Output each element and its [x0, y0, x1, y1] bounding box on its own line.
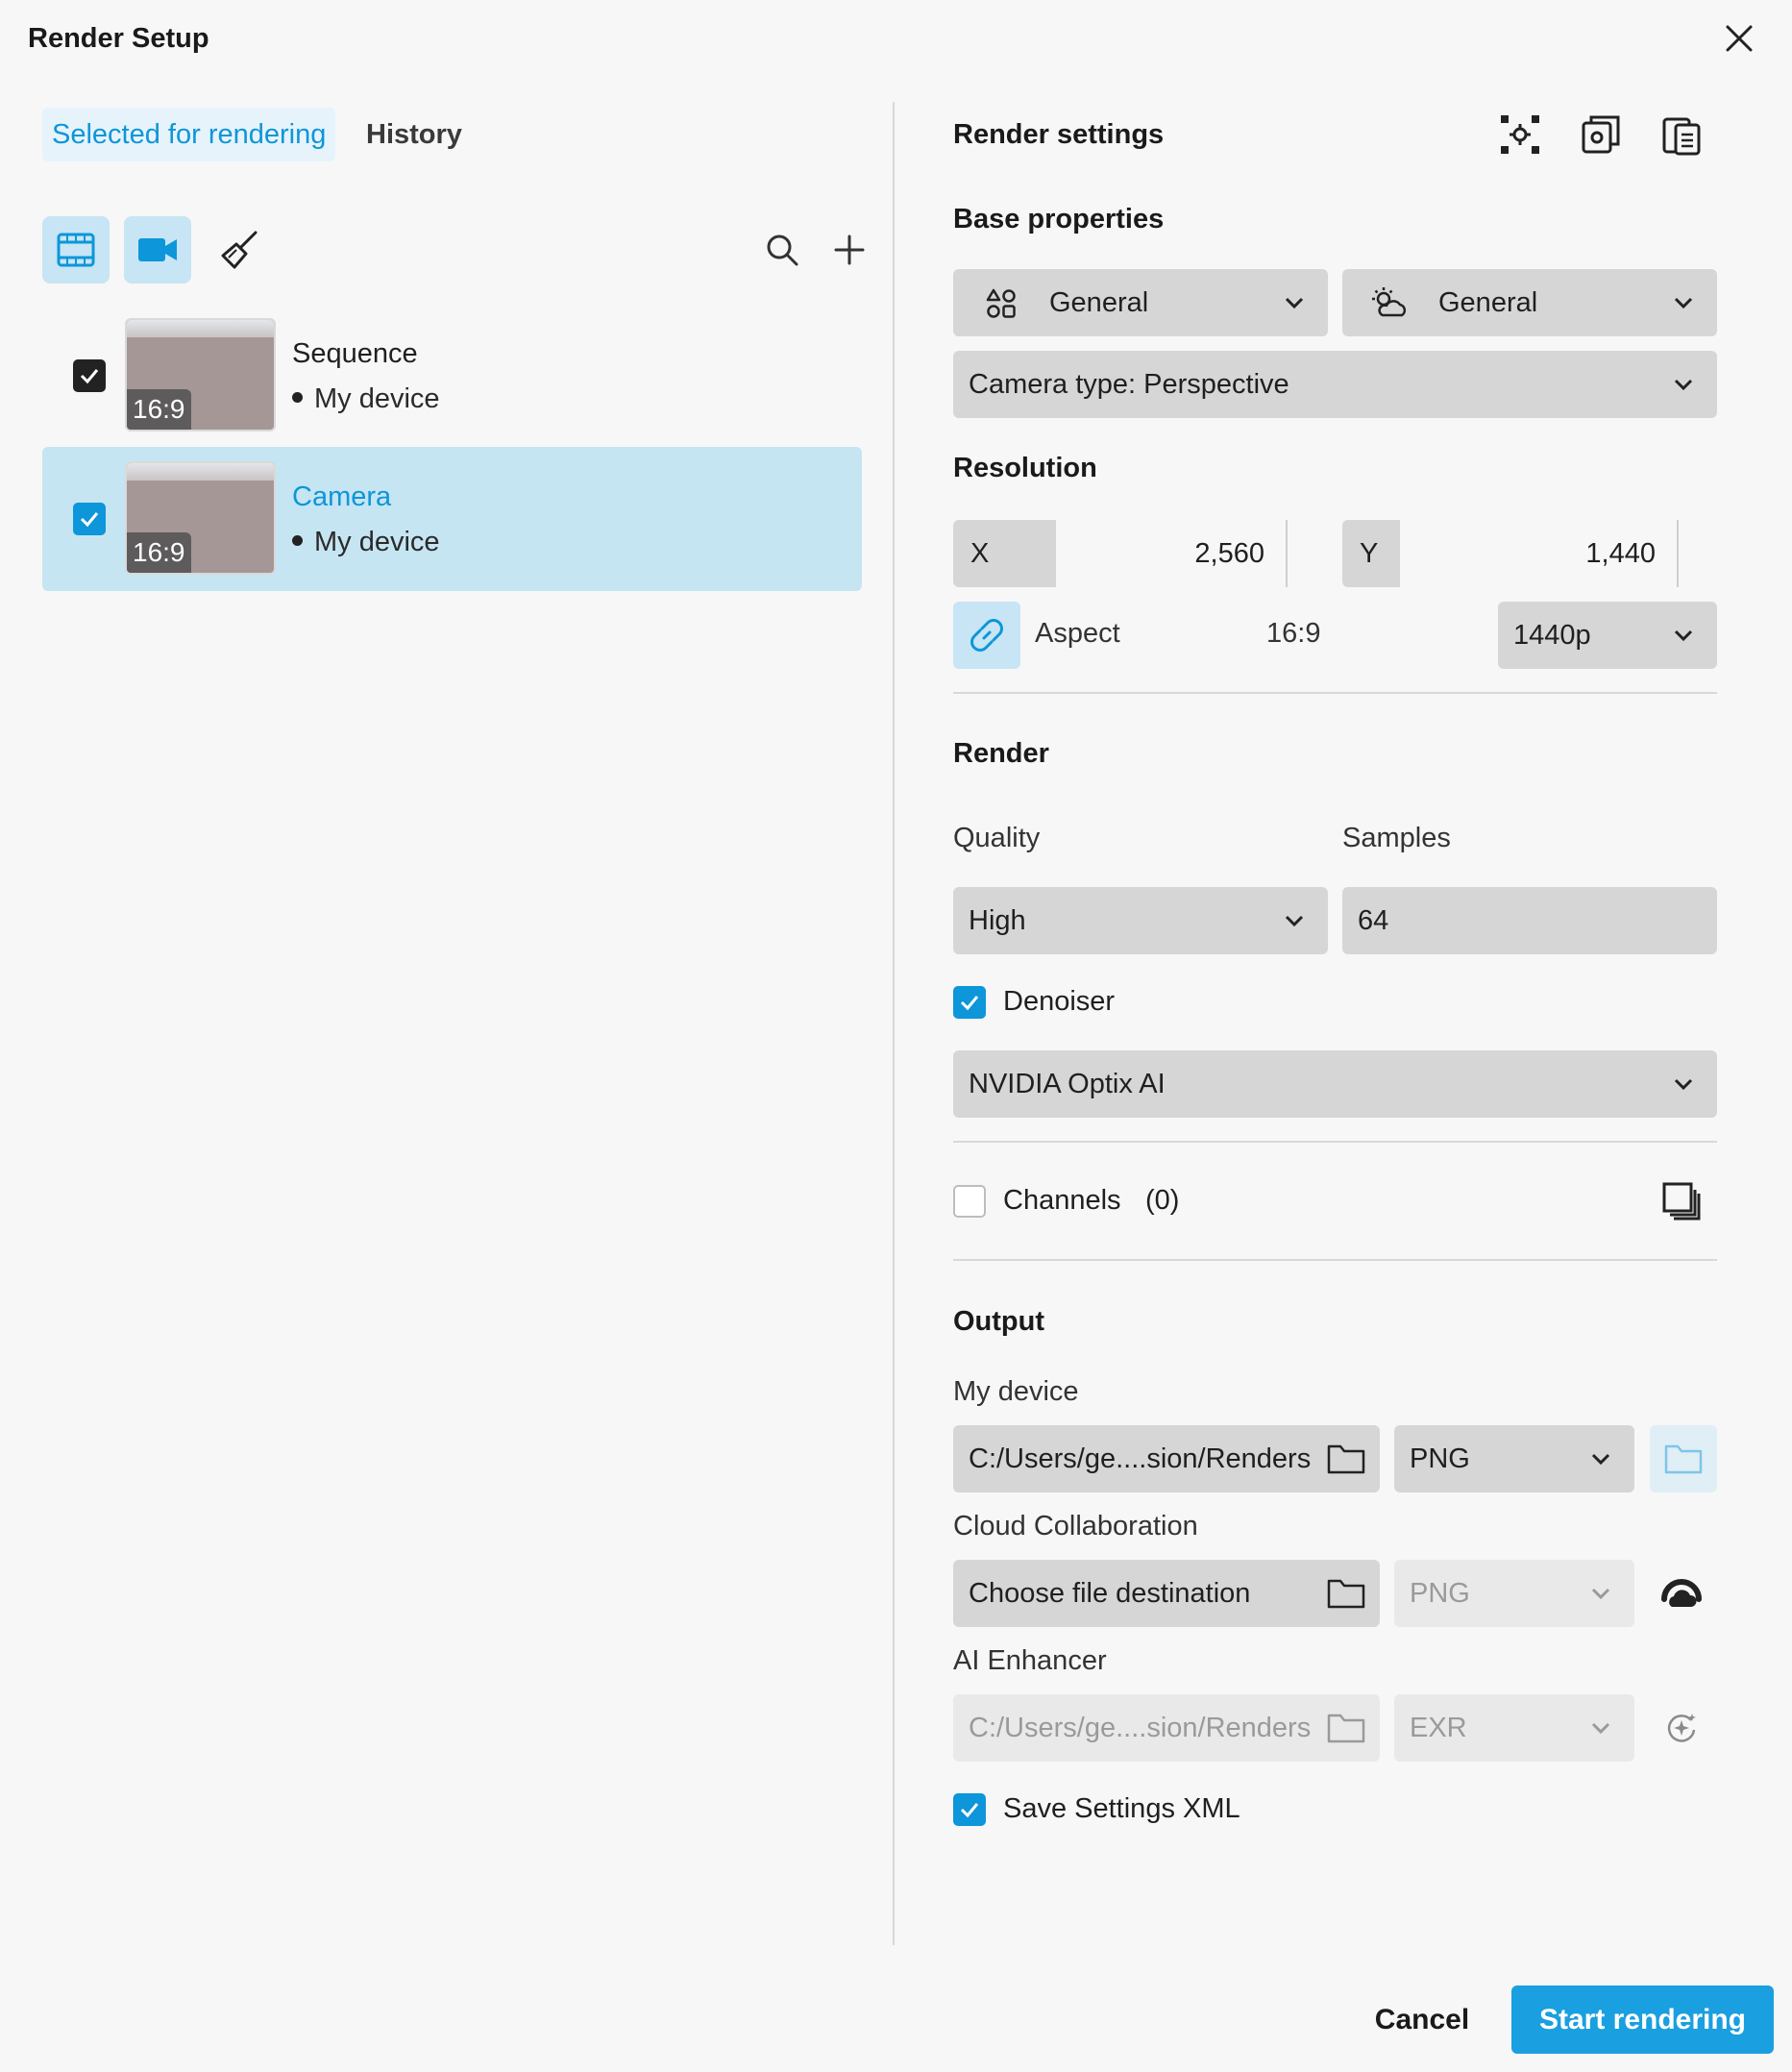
- y-label: Y: [1342, 520, 1400, 587]
- aspect-lock-button[interactable]: [953, 602, 1020, 669]
- sun-cloud-icon: [1372, 287, 1407, 317]
- device-format-dropdown[interactable]: PNG: [1394, 1425, 1634, 1492]
- cloud-collaboration-label: Cloud Collaboration: [953, 1511, 1198, 1542]
- chevron-down-icon: [1285, 297, 1304, 309]
- quality-dropdown[interactable]: High: [953, 887, 1328, 954]
- x-input[interactable]: 2,560: [1056, 520, 1288, 587]
- close-icon[interactable]: [1720, 19, 1758, 58]
- chevron-down-icon: [1674, 1078, 1693, 1091]
- item-name: Sequence: [292, 338, 418, 369]
- chevron-down-icon: [1674, 629, 1693, 642]
- item-device: My device: [292, 527, 440, 558]
- lighting-dropdown[interactable]: General: [1342, 269, 1717, 336]
- output-heading: Output: [953, 1306, 1045, 1337]
- render-heading: Render: [953, 738, 1049, 769]
- dialog-title: Render Setup: [28, 23, 209, 54]
- separator: [953, 692, 1717, 694]
- channels-label: Channels: [1003, 1185, 1121, 1216]
- aspect-label: Aspect: [1035, 618, 1120, 649]
- save-xml-checkbox[interactable]: [953, 1793, 986, 1826]
- environment-dropdown[interactable]: General: [953, 269, 1328, 336]
- folder-icon: [1327, 1714, 1365, 1743]
- render-settings-heading: Render settings: [953, 119, 1165, 150]
- ai-enhancer-label: AI Enhancer: [953, 1645, 1107, 1676]
- cloud-path-field[interactable]: Choose file destination: [953, 1560, 1380, 1627]
- chevron-down-icon: [1674, 297, 1693, 309]
- resolution-heading: Resolution: [953, 453, 1097, 483]
- ai-path-field[interactable]: C:/Users/ge....sion/Renders: [953, 1694, 1380, 1762]
- save-xml-label: Save Settings XML: [1003, 1793, 1240, 1824]
- chevron-down-icon: [1285, 915, 1304, 927]
- denoiser-dropdown[interactable]: NVIDIA Optix AI: [953, 1050, 1717, 1118]
- broom-icon: [221, 231, 258, 269]
- separator: [953, 1259, 1717, 1261]
- denoiser-checkbox[interactable]: [953, 986, 986, 1019]
- clean-filter-button[interactable]: [215, 227, 261, 273]
- resolution-preset-dropdown[interactable]: 1440p: [1498, 602, 1717, 669]
- samples-input[interactable]: 64: [1342, 887, 1717, 954]
- shapes-icon: [986, 288, 1016, 318]
- video-camera-icon: [138, 238, 177, 261]
- item-device: My device: [292, 383, 440, 415]
- cloud-collaboration-icon[interactable]: [1658, 1570, 1705, 1616]
- tab-history[interactable]: History: [366, 108, 462, 161]
- tab-selected-for-rendering[interactable]: Selected for rendering: [42, 108, 336, 161]
- channels-checkbox[interactable]: [953, 1185, 986, 1218]
- denoiser-label: Denoiser: [1003, 986, 1116, 1017]
- channels-count: (0): [1145, 1185, 1180, 1216]
- cancel-button[interactable]: Cancel: [1355, 1986, 1489, 2054]
- list-item-sequence[interactable]: 16:9 Sequence My device: [42, 304, 862, 448]
- chevron-down-icon: [1591, 1722, 1610, 1735]
- sequence-thumbnail: 16:9: [125, 318, 276, 432]
- camera-checkbox[interactable]: [73, 503, 106, 535]
- samples-label: Samples: [1342, 823, 1451, 853]
- chevron-down-icon: [1591, 1588, 1610, 1600]
- folder-icon: [1327, 1579, 1365, 1609]
- y-input[interactable]: 1,440: [1400, 520, 1679, 587]
- focus-settings-icon[interactable]: [1497, 111, 1543, 158]
- ai-format-dropdown[interactable]: EXR: [1394, 1694, 1634, 1762]
- folder-icon: [1327, 1444, 1365, 1474]
- open-output-folder-button[interactable]: [1650, 1425, 1717, 1492]
- folder-icon: [1664, 1444, 1703, 1474]
- chevron-down-icon: [1674, 379, 1693, 391]
- camera-thumbnail: 16:9: [125, 461, 276, 575]
- camera-filter-button[interactable]: [124, 216, 191, 284]
- link-icon: [970, 619, 1003, 652]
- add-icon[interactable]: [826, 227, 872, 273]
- aspect-badge: 16:9: [127, 389, 191, 430]
- item-name: Camera: [292, 481, 392, 512]
- ai-sparkle-icon[interactable]: [1658, 1705, 1705, 1751]
- x-label: X: [953, 520, 1056, 587]
- pane-divider: [893, 102, 895, 1945]
- clipboard-list-icon[interactable]: [1658, 111, 1705, 158]
- layers-icon[interactable]: [1658, 1178, 1705, 1224]
- my-device-label: My device: [953, 1376, 1079, 1407]
- film-icon: [57, 233, 95, 267]
- device-path-field[interactable]: C:/Users/ge....sion/Renders: [953, 1425, 1380, 1492]
- chevron-down-icon: [1591, 1453, 1610, 1466]
- camera-type-dropdown[interactable]: Camera type: Perspective: [953, 351, 1717, 418]
- aspect-value: 16:9: [1266, 618, 1321, 649]
- settings-copy-icon[interactable]: [1578, 111, 1624, 158]
- base-properties-heading: Base properties: [953, 204, 1165, 234]
- sequence-checkbox[interactable]: [73, 359, 106, 392]
- aspect-badge: 16:9: [127, 532, 191, 573]
- quality-label: Quality: [953, 823, 1041, 853]
- cloud-format-dropdown[interactable]: PNG: [1394, 1560, 1634, 1627]
- separator: [953, 1141, 1717, 1143]
- list-item-camera[interactable]: 16:9 Camera My device: [42, 447, 862, 591]
- search-icon[interactable]: [759, 227, 805, 273]
- start-rendering-button[interactable]: Start rendering: [1511, 1986, 1774, 2054]
- sequence-filter-button[interactable]: [42, 216, 110, 284]
